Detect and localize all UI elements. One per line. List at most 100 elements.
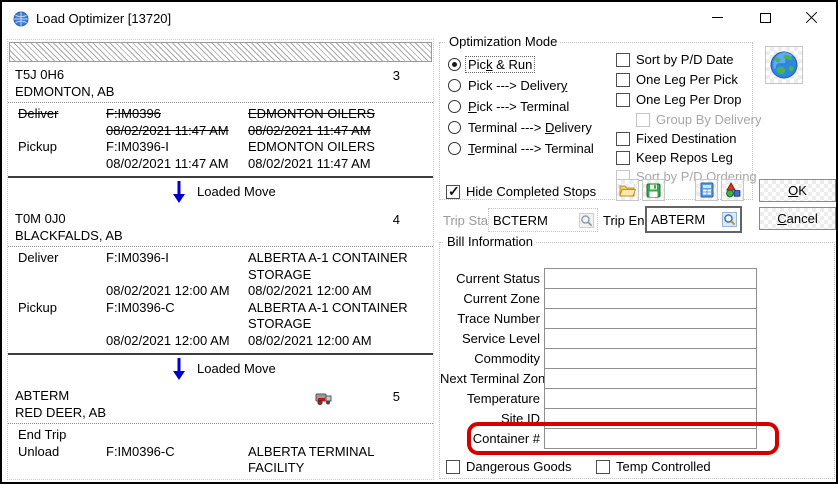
- stop-row: Deliver F:IM0396-I ALBERTA A-1 CONTAINER…: [8, 250, 433, 283]
- shapes-icon: [725, 182, 741, 198]
- stop-header: T5J 0H6 EDMONTON, AB 3: [8, 62, 433, 102]
- stop-block-blackfalds[interactable]: T0M 0J0 BLACKFALDS, AB 4 Deliver F:IM039…: [8, 206, 433, 355]
- checkbox-keep-repos-leg[interactable]: Keep Repos Leg: [616, 150, 733, 165]
- stop-row: 08/02/2021 11:47 AM 08/02/2021 11:47 AM: [8, 156, 433, 173]
- next-terminal-zone-input[interactable]: [544, 368, 757, 389]
- row-datetime: 08/02/2021 12:00 AM: [248, 283, 433, 300]
- cancel-button-label: Cancel: [777, 211, 817, 226]
- checkbox-one-leg-per-pick[interactable]: One Leg Per Pick: [616, 72, 738, 87]
- cancel-button[interactable]: Cancel: [759, 207, 836, 230]
- minimize-icon: [712, 17, 723, 18]
- radio-pick-and-run[interactable]: Pick & Run: [448, 57, 534, 72]
- save-button[interactable]: [642, 179, 665, 201]
- site-id-input[interactable]: [544, 408, 757, 429]
- row-client: EDMONTON OILERS: [248, 139, 433, 156]
- service-level-input[interactable]: [544, 328, 757, 349]
- row-datetime: 08/02/2021 1:00 AM: [248, 477, 433, 481]
- down-arrow-icon: [172, 181, 186, 204]
- radio-terminal-to-terminal[interactable]: Terminal ---> Terminal: [448, 141, 596, 156]
- loaded-move-connector: Loaded Move: [8, 355, 433, 383]
- load-optimizer-window: Load Optimizer [13720] T5J 0H6 EDMONTON,…: [0, 0, 838, 484]
- checkbox-icon: [616, 53, 630, 67]
- radio-label: Pick ---> Delivery: [466, 78, 569, 93]
- container-number-input[interactable]: [544, 428, 757, 449]
- current-status-input[interactable]: [544, 268, 757, 289]
- radio-pick-to-delivery[interactable]: Pick ---> Delivery: [448, 78, 569, 93]
- checkbox-temp-controlled[interactable]: Temp Controlled: [596, 459, 711, 474]
- optimization-mode-group: Optimization Mode Pick & Run Pick ---> D…: [439, 42, 753, 200]
- stop-sequence-number: 3: [393, 68, 400, 83]
- radio-label: Terminal ---> Delivery: [466, 120, 594, 135]
- radio-label: Pick ---> Terminal: [466, 99, 571, 114]
- stop-detail-rows: Deliver F:IM0396-I ALBERTA A-1 CONTAINER…: [8, 246, 433, 353]
- row-datetime: 08/02/2021 12:00 AM: [106, 283, 248, 300]
- field-label: Next Terminal Zone: [440, 371, 544, 386]
- bill-row-trace-number: Trace Number: [440, 308, 757, 329]
- row-client: [248, 427, 433, 444]
- connector-label: Loaded Move: [197, 185, 276, 199]
- commodity-input[interactable]: [544, 348, 757, 369]
- open-button[interactable]: [616, 179, 639, 201]
- row-reference: F:IM0396-I: [106, 139, 248, 156]
- down-arrow-icon: [172, 358, 186, 381]
- row-reference: F:IM0396-C: [106, 444, 248, 477]
- stop-block-abterm[interactable]: ABTERM RED DEER, AB 5 End Trip: [8, 383, 433, 480]
- report-button[interactable]: [695, 179, 718, 201]
- row-reference: F:IM0396-C: [106, 300, 248, 333]
- ok-button[interactable]: OK: [759, 179, 836, 202]
- row-action: Deliver: [18, 250, 106, 283]
- field-label: Temperature: [440, 391, 544, 406]
- trip-start-input[interactable]: [489, 213, 579, 228]
- radio-pick-to-terminal[interactable]: Pick ---> Terminal: [448, 99, 571, 114]
- shapes-button[interactable]: [721, 179, 744, 201]
- window-title: Load Optimizer [13720]: [36, 11, 171, 26]
- minimize-button[interactable]: [694, 2, 740, 33]
- checkbox-label: One Leg Per Drop: [636, 92, 742, 107]
- stop-sequence-number: 5: [393, 389, 400, 404]
- stop-row: Pickup F:IM0396-I EDMONTON OILERS: [8, 139, 433, 156]
- row-action: Pickup: [18, 139, 106, 156]
- close-button[interactable]: [788, 2, 834, 33]
- row-action: [18, 283, 106, 300]
- stop-row: 08/02/2021 12:00 AM 08/02/2021 12:00 AM: [8, 283, 433, 300]
- trip-start-field[interactable]: [488, 208, 598, 232]
- checkbox-fixed-destination[interactable]: Fixed Destination: [616, 131, 736, 146]
- radio-label: Terminal ---> Terminal: [466, 141, 596, 156]
- row-reference: F:IM0396-I: [106, 250, 248, 283]
- stop-postal-code: T5J 0H6: [15, 66, 425, 83]
- stop-row: End Trip: [8, 427, 433, 444]
- row-action: [18, 156, 106, 173]
- trip-end-input[interactable]: [647, 212, 722, 227]
- bill-row-container-number: Container #: [440, 428, 757, 449]
- stop-list[interactable]: T5J 0H6 EDMONTON, AB 3 Deliver F:IM0396 …: [7, 39, 434, 480]
- stop-row: 08/02/2021 11:47 AM 08/02/2021 11:47 AM: [8, 123, 433, 140]
- field-label: Site ID: [440, 411, 544, 426]
- current-zone-input[interactable]: [544, 288, 757, 309]
- row-action: [18, 477, 106, 481]
- field-label: Container #: [440, 431, 544, 446]
- map-button[interactable]: [765, 46, 803, 84]
- checkbox-icon: [636, 113, 650, 127]
- magnifier-icon[interactable]: [722, 212, 737, 227]
- radio-icon: [448, 142, 461, 155]
- row-action: Deliver: [18, 106, 106, 123]
- checkbox-sort-by-pd-date[interactable]: Sort by P/D Date: [616, 52, 734, 67]
- checkbox-icon: [446, 185, 460, 199]
- radio-terminal-to-delivery[interactable]: Terminal ---> Delivery: [448, 120, 594, 135]
- magnifier-icon[interactable]: [579, 213, 594, 228]
- checkbox-dangerous-goods[interactable]: Dangerous Goods: [446, 459, 572, 474]
- checkbox-label: Keep Repos Leg: [636, 150, 733, 165]
- hidden-completed-stop-bar: [9, 42, 432, 62]
- temperature-input[interactable]: [544, 388, 757, 409]
- trace-number-input[interactable]: [544, 308, 757, 329]
- stop-row: 08/02/2021 1:00 AM 08/02/2021 1:00 AM: [8, 477, 433, 481]
- stop-block-edmonton[interactable]: T5J 0H6 EDMONTON, AB 3 Deliver F:IM0396 …: [8, 62, 433, 178]
- checkbox-one-leg-per-drop[interactable]: One Leg Per Drop: [616, 92, 742, 107]
- bill-row-temperature: Temperature: [440, 388, 757, 409]
- row-action: Pickup: [18, 300, 106, 333]
- bill-row-current-status: Current Status: [440, 268, 757, 289]
- trip-end-field[interactable]: [645, 206, 742, 233]
- maximize-button[interactable]: [742, 2, 788, 33]
- stop-city: BLACKFALDS, AB: [15, 227, 425, 244]
- checkbox-hide-completed-stops[interactable]: Hide Completed Stops: [446, 184, 596, 199]
